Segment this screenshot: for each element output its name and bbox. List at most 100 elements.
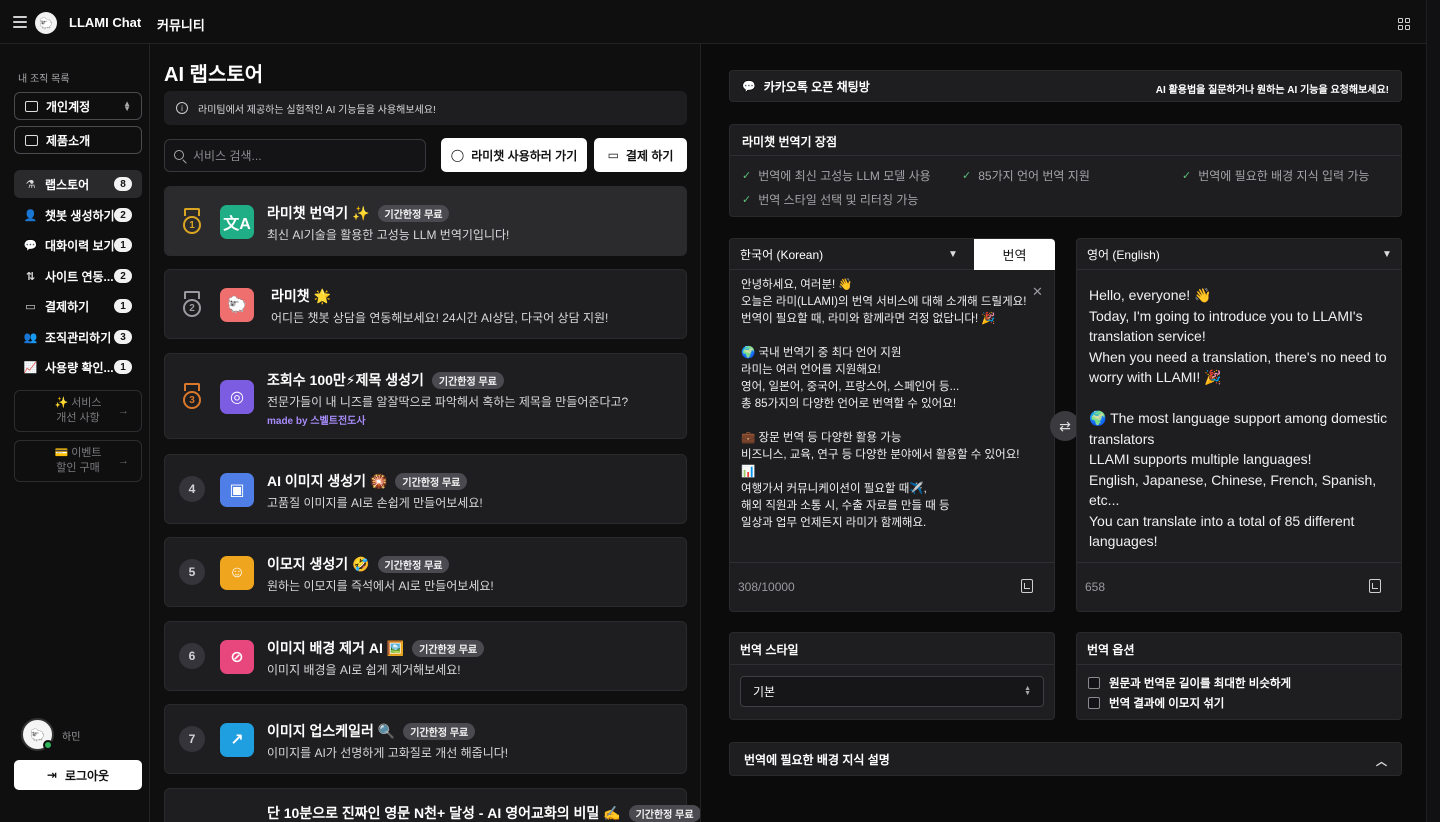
check-icon: ✓: [962, 170, 972, 182]
payment-button[interactable]: ▭ 결제 하기: [594, 138, 687, 172]
image-off-icon: ⊘: [220, 640, 254, 674]
info-text: 라미팀에서 제공하는 실험적인 AI 기능들을 사용해보세요!: [198, 104, 436, 116]
scrollbar[interactable]: [1426, 0, 1440, 822]
service-card-emoji-generator[interactable]: 5 ☺ 이모지 생성기 🤣 기간한정 무료 원하는 이모지를 즉석에서 AI로 만…: [164, 537, 687, 607]
chat-bubble-icon: 💬: [742, 80, 756, 93]
card-author[interactable]: made by 스벨트전도사: [267, 412, 366, 427]
product-intro-button[interactable]: 제품소개: [14, 126, 142, 154]
online-status-dot: [43, 740, 53, 750]
service-card-title-generator[interactable]: 3 ◎ 조회수 100만⚡제목 생성기 기간한정 무료 전문가들이 내 니즈를 알…: [164, 353, 687, 439]
card-icon: ▭: [607, 148, 619, 162]
sidebar-item-labstore[interactable]: ⚗ 랩스토어 8: [14, 170, 142, 198]
avatar[interactable]: 🐑: [21, 718, 54, 751]
nav-community[interactable]: 커뮤니티: [157, 15, 205, 34]
copy-icon[interactable]: [1021, 579, 1033, 593]
card-title: AI 이미지 생성기 🎇: [267, 473, 388, 489]
use-chat-label: 라미챗 사용하러 가기: [471, 148, 578, 163]
chat-icon: 💬: [23, 239, 38, 252]
sidebar-item-chatbot[interactable]: 👤 챗봇 생성하기 2: [14, 201, 142, 229]
feature-item: ✓ 번역에 필요한 배경 지식 입력 가능: [1182, 169, 1370, 183]
style-select[interactable]: 기본 ▲ ▼: [740, 676, 1044, 707]
sidebar-item-usage[interactable]: 📈 사용량 확인... 1: [14, 353, 142, 381]
chevron-up-icon: ︿: [1376, 756, 1387, 768]
translate-button[interactable]: 번역: [974, 239, 1055, 270]
card-title: 이미지 업스케일러 🔍: [267, 723, 396, 739]
check-icon: ✓: [742, 194, 752, 206]
book-icon: [25, 134, 38, 146]
silver-medal-icon: 2: [181, 291, 203, 317]
char-count: 308/10000: [738, 580, 795, 594]
grid-icon[interactable]: [1398, 18, 1410, 30]
use-llami-chat-button[interactable]: ◯ 라미챗 사용하러 가기: [441, 138, 587, 172]
target-lang-select[interactable]: 영어 (English) ▼: [1077, 239, 1401, 270]
service-card-translator[interactable]: 1 文A 라미챗 번역기 ✨ 기간한정 무료 최신 AI기술을 활용한 고성능 L…: [164, 186, 687, 256]
option-mix-emoji[interactable]: 번역 결과에 이모지 섞기: [1088, 695, 1224, 711]
copy-icon[interactable]: [1369, 579, 1381, 593]
card-title: 조회수 100만⚡제목 생성기: [267, 372, 424, 388]
style-value: 기본: [753, 685, 776, 699]
clear-icon[interactable]: ✕: [1032, 284, 1043, 300]
card-desc: 고품질 이미지를 AI로 손쉽게 만들어보세요!: [267, 496, 483, 510]
people-icon: 👥: [23, 331, 38, 344]
lab-store-panel: AI 랩스토어 i 라미팀에서 제공하는 실험적인 AI 기능들을 사용해보세요…: [150, 44, 701, 822]
kakao-label: 카카오톡 오픈 채팅방: [763, 79, 870, 94]
arrow-right-icon: →: [118, 455, 129, 467]
kakao-openchat-banner[interactable]: 💬 카카오톡 오픈 채팅방 AI 활용법을 질문하거나 원하는 AI 기능을 요…: [729, 70, 1402, 102]
sidebar: 내 조직 목록 개인계정 ▲ ▼ 제품소개 ⚗ 랩스토어 8 👤 챗봇 생성하기 …: [0, 44, 150, 822]
service-card-bg-remover[interactable]: 6 ⊘ 이미지 배경 제거 AI 🖼️ 기간한정 무료 이미지 배경을 AI로 쉽…: [164, 621, 687, 691]
link-icon: ⇅: [25, 270, 36, 283]
logo-icon[interactable]: 🐑: [35, 12, 57, 34]
search-input[interactable]: 서비스 검색...: [164, 139, 426, 172]
sidebar-item-org-manage[interactable]: 👥 조직관리하기 3: [14, 323, 142, 351]
page-title: AI 랩스토어: [164, 64, 264, 86]
background-title: 번역에 필요한 배경 지식 설명: [744, 752, 890, 767]
rank-number: 6: [179, 643, 205, 669]
service-improvement-button[interactable]: ✨ 서비스 개선 사항 →: [14, 390, 142, 432]
username: 하민: [62, 732, 81, 743]
search-icon: [174, 150, 184, 160]
chat-bubble-icon: ◯: [450, 148, 465, 162]
features-title: 라미챗 번역기 장점: [742, 135, 837, 149]
search-placeholder: 서비스 검색...: [193, 149, 262, 163]
service-card-english-course[interactable]: 단 10분으로 진짜인 영문 N천+ 달성 - AI 영어교화의 비밀 ✍️ 기간…: [164, 788, 700, 822]
promo-line: 개선 사항: [56, 412, 100, 424]
card-desc: 원하는 이모지를 즉석에서 AI로 만들어보세요!: [267, 579, 494, 593]
checkbox[interactable]: [1088, 697, 1100, 709]
card-desc: 이미지를 AI가 선명하게 고화질로 개선 해줍니다!: [267, 746, 509, 760]
org-select[interactable]: 개인계정 ▲ ▼: [14, 92, 142, 120]
limited-free-tag: 기간한정 무료: [628, 804, 700, 822]
source-lang-label: 한국어 (Korean): [740, 247, 824, 262]
sidebar-item-history[interactable]: 💬 대화이력 보기 1: [14, 231, 142, 259]
sidebar-item-label: 결제하기: [45, 299, 90, 314]
option-same-length[interactable]: 원문과 번역문 길이를 최대한 비슷하게: [1088, 675, 1291, 691]
logout-label: 로그아웃: [64, 768, 110, 783]
sidebar-item-label: 랩스토어: [45, 177, 90, 192]
service-card-image-generator[interactable]: 4 ▣ AI 이미지 생성기 🎇 기간한정 무료 고품질 이미지를 AI로 손쉽게…: [164, 454, 687, 524]
card-desc: 이미지 배경을 AI로 쉽게 제거해보세요!: [267, 663, 461, 677]
brand-name[interactable]: LLAMI Chat: [69, 15, 141, 30]
sidebar-item-payment[interactable]: ▭ 결제하기 1: [14, 292, 142, 320]
product-intro-label: 제품소개: [46, 133, 91, 148]
background-knowledge-accordion[interactable]: 번역에 필요한 배경 지식 설명 ︿: [729, 742, 1402, 776]
limited-free-tag: 기간한정 무료: [412, 639, 485, 657]
event-discount-button[interactable]: 💳 이벤트 할인 구매 →: [14, 440, 142, 482]
limited-free-tag: 기간한정 무료: [377, 204, 450, 222]
source-textarea[interactable]: 안녕하세요, 여러분! 👋 오늘은 라미(LLAMI)의 번역 서비스에 대해 …: [741, 277, 1031, 532]
service-card-llami-chat[interactable]: 2 🐑 라미챗 🌟 어디든 챗봇 상담을 연동해보세요! 24시간 AI상담, …: [164, 269, 687, 339]
check-icon: ✓: [742, 170, 752, 182]
payment-label: 결제 하기: [625, 148, 674, 163]
logout-button[interactable]: ⇥ 로그아웃: [14, 760, 142, 790]
checkbox[interactable]: [1088, 677, 1100, 689]
user-gear-icon: 👤: [23, 209, 38, 222]
limited-free-tag: 기간한정 무료: [395, 472, 468, 490]
chevron-down-icon: ▼: [948, 249, 958, 260]
card-desc: 최신 AI기술을 활용한 고성능 LLM 번역기입니다!: [267, 228, 510, 242]
menu-icon[interactable]: [13, 16, 27, 28]
image-icon: ▣: [220, 473, 254, 507]
chevron-updown-icon: ▲ ▼: [1024, 685, 1031, 697]
limited-free-tag: 기간한정 무료: [431, 371, 504, 389]
promo-line: ✨ 서비스: [54, 397, 102, 409]
service-card-upscaler[interactable]: 7 ↗ 이미지 업스케일러 🔍 기간한정 무료 이미지를 AI가 선명하게 고화질…: [164, 704, 687, 774]
sidebar-item-site-link[interactable]: ⇅ 사이트 연동... 2: [14, 262, 142, 290]
feature-item: ✓ 번역에 최신 고성능 LLM 모델 사용: [742, 169, 931, 183]
